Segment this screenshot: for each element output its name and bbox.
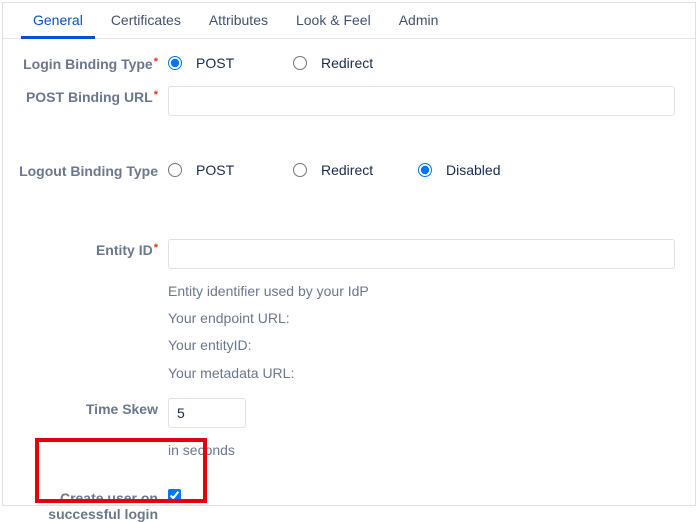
tab-lookfeel[interactable]: Look & Feel [282, 3, 385, 38]
time-skew-label: Time Skew [3, 398, 168, 417]
entity-id-input[interactable] [168, 239, 675, 269]
logout-binding-redirect-radio[interactable] [293, 163, 307, 177]
post-binding-url-input[interactable] [168, 86, 675, 116]
post-binding-url-label: POST Binding URL* [3, 86, 168, 105]
login-binding-redirect-radio[interactable] [293, 56, 307, 70]
login-binding-type-label: Login Binding Type* [3, 53, 168, 72]
create-user-checkbox[interactable] [168, 489, 181, 502]
settings-panel: General Certificates Attributes Look & F… [2, 2, 696, 506]
tab-attributes[interactable]: Attributes [195, 3, 282, 38]
logout-binding-redirect-label[interactable]: Redirect [321, 162, 373, 178]
logout-binding-post-label[interactable]: POST [196, 162, 234, 178]
tab-bar: General Certificates Attributes Look & F… [3, 3, 695, 39]
general-form: Login Binding Type* POST Redirect P [3, 39, 695, 522]
login-binding-post-label[interactable]: POST [196, 55, 234, 71]
entity-id-help: Entity identifier used by your IdP Your … [168, 279, 675, 386]
logout-binding-disabled-radio[interactable] [418, 163, 432, 177]
tab-general[interactable]: General [19, 3, 97, 38]
logout-binding-disabled-label[interactable]: Disabled [446, 162, 500, 178]
login-binding-post-radio[interactable] [168, 56, 182, 70]
time-skew-input[interactable] [168, 398, 246, 428]
entity-id-label: Entity ID* [3, 239, 168, 258]
login-binding-redirect-label[interactable]: Redirect [321, 55, 373, 71]
create-user-label: Create user on successful login [3, 487, 168, 522]
time-skew-help: in seconds [168, 438, 675, 463]
tab-admin[interactable]: Admin [385, 3, 453, 38]
logout-binding-type-label: Logout Binding Type [3, 160, 168, 179]
logout-binding-post-radio[interactable] [168, 163, 182, 177]
tab-certificates[interactable]: Certificates [97, 3, 195, 38]
